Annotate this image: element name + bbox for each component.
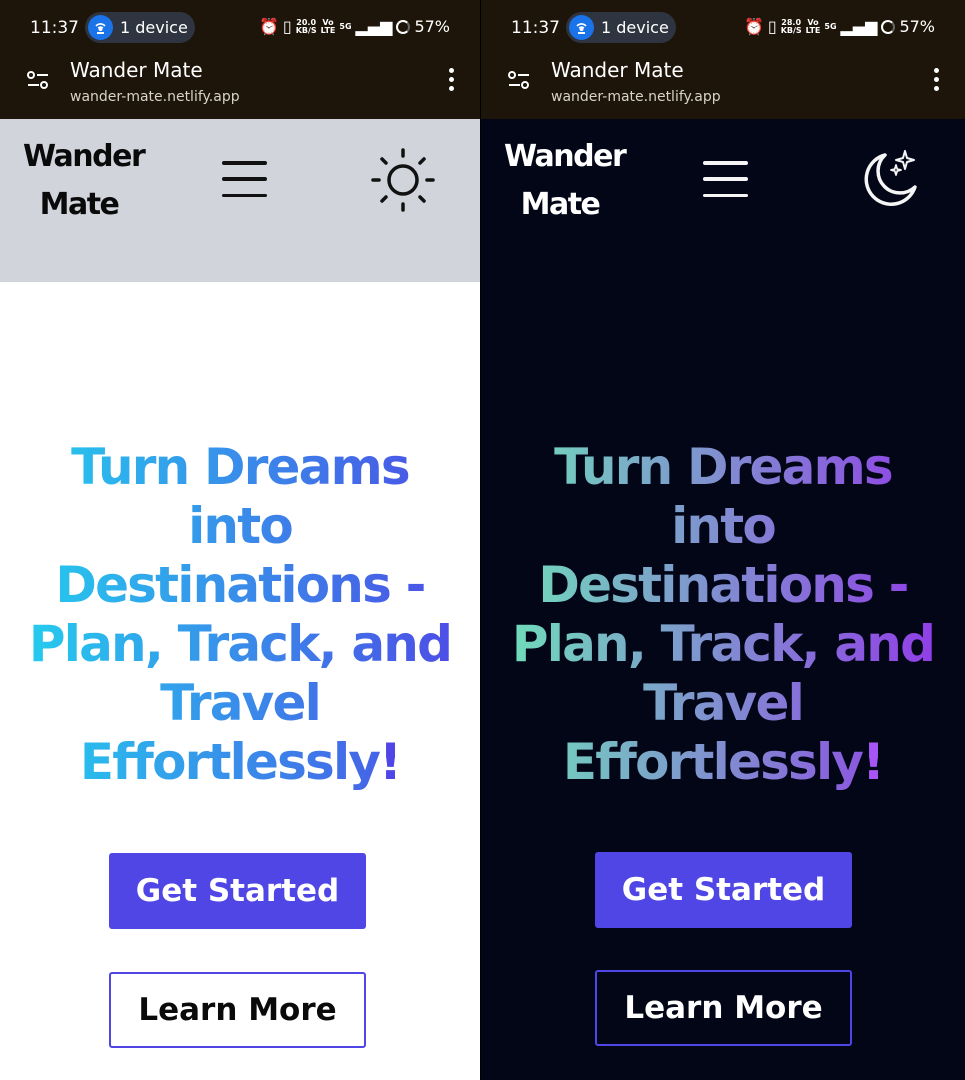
battery-percent: 57% <box>899 17 935 36</box>
get-started-button[interactable]: Get Started <box>595 852 852 928</box>
alarm-icon: ⏰ <box>743 17 764 36</box>
hotspot-icon <box>569 15 594 40</box>
hotspot-label: 1 device <box>601 18 669 37</box>
sun-icon[interactable] <box>370 147 436 213</box>
status-icons: ⏰ ▯ 28.0 KB/S Vo LTE 5G ▂▄▆ 57% <box>744 17 935 36</box>
site-settings-icon[interactable] <box>508 70 530 90</box>
status-time: 11:37 <box>30 18 79 38</box>
battery-icon <box>396 19 411 34</box>
site-logo[interactable]: Wander Mate <box>504 133 627 229</box>
network-speed: 28.0 KB/S <box>780 17 802 35</box>
learn-more-button[interactable]: Learn More <box>109 972 366 1048</box>
browser-menu-icon[interactable] <box>449 68 454 91</box>
battery-percent: 57% <box>414 17 450 36</box>
hotspot-icon <box>88 15 113 40</box>
navbar: Wander Mate <box>481 119 965 259</box>
network-type: 5G <box>339 21 352 31</box>
status-time: 11:37 <box>511 18 560 38</box>
volte-indicator: Vo LTE <box>320 17 336 35</box>
light-mode-screen: 11:37 1 device ⏰ ▯ 20.0 KB/S Vo LTE 5G ▂▄▆… <box>0 0 480 1080</box>
signal-icon: ▂▄▆ <box>355 17 393 36</box>
dark-mode-screen: 11:37 1 device ⏰ ▯ 28.0 KB/S Vo LTE 5G ▂▄▆… <box>481 0 965 1080</box>
hotspot-label: 1 device <box>120 18 188 37</box>
hero-headline: Turn Dreams into Destinations - Plan, Tr… <box>0 438 480 792</box>
network-type: 5G <box>824 21 837 31</box>
moon-stars-icon[interactable] <box>855 147 921 213</box>
site-settings-icon[interactable] <box>27 70 49 90</box>
network-speed: 20.0 KB/S <box>295 17 317 35</box>
browser-url[interactable]: wander-mate.netlify.app <box>551 89 721 105</box>
navbar: Wander Mate <box>0 119 480 282</box>
browser-page-title: Wander Mate <box>70 58 203 82</box>
alarm-icon: ⏰ <box>258 17 279 36</box>
browser-chrome: 11:37 1 device ⏰ ▯ 28.0 KB/S Vo LTE 5G ▂▄▆… <box>481 0 965 119</box>
browser-chrome: 11:37 1 device ⏰ ▯ 20.0 KB/S Vo LTE 5G ▂▄▆… <box>0 0 480 119</box>
hero-headline: Turn Dreams into Destinations - Plan, Tr… <box>481 438 965 792</box>
battery-icon <box>881 19 896 34</box>
hamburger-menu-icon[interactable] <box>222 161 267 197</box>
browser-page-title: Wander Mate <box>551 58 684 82</box>
volte-indicator: Vo LTE <box>805 17 821 35</box>
signal-icon: ▂▄▆ <box>840 17 878 36</box>
site-logo[interactable]: Wander Mate <box>23 133 146 229</box>
browser-menu-icon[interactable] <box>934 68 939 91</box>
hotspot-pill[interactable]: 1 device <box>566 12 676 43</box>
get-started-button[interactable]: Get Started <box>109 853 366 929</box>
learn-more-button[interactable]: Learn More <box>595 970 852 1046</box>
vibrate-icon: ▯ <box>282 17 292 36</box>
hamburger-menu-icon[interactable] <box>703 161 748 197</box>
hero-section: Turn Dreams into Destinations - Plan, Tr… <box>481 438 965 792</box>
hotspot-pill[interactable]: 1 device <box>85 12 195 43</box>
hero-section: Turn Dreams into Destinations - Plan, Tr… <box>0 438 480 792</box>
browser-url[interactable]: wander-mate.netlify.app <box>70 89 240 105</box>
vibrate-icon: ▯ <box>767 17 777 36</box>
status-icons: ⏰ ▯ 20.0 KB/S Vo LTE 5G ▂▄▆ 57% <box>259 17 450 36</box>
